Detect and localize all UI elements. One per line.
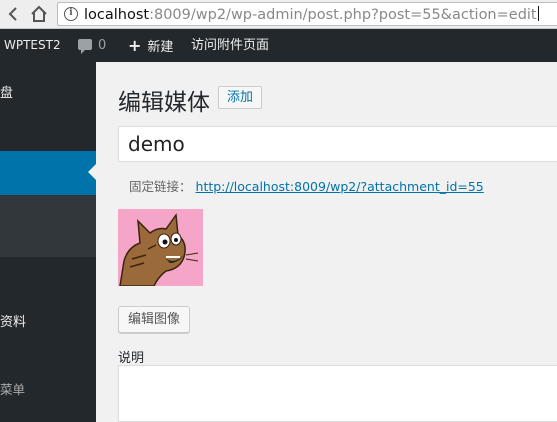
add-new-button[interactable]: 添加 xyxy=(218,86,263,109)
new-content-link[interactable]: + 新建 xyxy=(128,29,173,62)
cartoon-cat-image xyxy=(118,209,203,286)
permalink: 固定链接： http://localhost:8009/wp2/?attachme… xyxy=(129,176,484,195)
browser-toolbar: i localhost:8009/wp2/wp-admin/post.php?p… xyxy=(0,0,557,29)
media-submenu xyxy=(0,195,96,257)
menu-item-dashboard[interactable]: 盘 xyxy=(0,82,96,101)
comment-icon xyxy=(78,39,92,54)
admin-sidebar: 盘 资料 菜单 xyxy=(0,62,96,422)
collapse-menu-button[interactable]: 菜单 xyxy=(0,379,96,398)
back-arrow-icon[interactable] xyxy=(2,3,24,25)
view-attachment-link[interactable]: 访问附件页面 xyxy=(191,29,269,62)
menu-item-profile[interactable]: 资料 xyxy=(0,311,96,330)
attachment-thumbnail xyxy=(118,209,203,286)
page-title: 编辑媒体 xyxy=(118,90,210,116)
permalink-url-link[interactable]: http://localhost:8009/wp2/?attachment_id… xyxy=(196,179,484,194)
plus-icon: + xyxy=(128,36,142,55)
title-input[interactable]: demo xyxy=(118,126,557,162)
admin-bar: WPTEST2 0 + 新建 访问附件页面 xyxy=(0,29,557,62)
home-icon[interactable] xyxy=(28,3,50,25)
address-bar[interactable]: i localhost:8009/wp2/wp-admin/post.php?p… xyxy=(57,2,557,26)
menu-item-media-current[interactable] xyxy=(0,151,96,195)
permalink-label: 固定链接： xyxy=(129,179,192,194)
url-path: :8009/wp2/wp-admin/post.php?post=55&acti… xyxy=(149,7,537,23)
comment-count: 0 xyxy=(98,38,107,53)
description-label: 说明 xyxy=(118,351,145,366)
info-icon[interactable]: i xyxy=(64,7,78,21)
edit-media-content: 编辑媒体 添加 demo 固定链接： http://localhost:8009/… xyxy=(96,62,557,422)
text-cursor xyxy=(537,6,539,21)
url-text[interactable]: localhost:8009/wp2/wp-admin/post.php?pos… xyxy=(84,6,539,23)
comments-link[interactable]: 0 xyxy=(78,29,106,62)
site-name-link[interactable]: WPTEST2 xyxy=(4,29,61,62)
edit-image-button[interactable]: 编辑图像 xyxy=(118,306,191,333)
url-host: localhost xyxy=(84,7,150,23)
new-label: 新建 xyxy=(147,40,174,55)
description-textarea[interactable] xyxy=(118,365,557,422)
